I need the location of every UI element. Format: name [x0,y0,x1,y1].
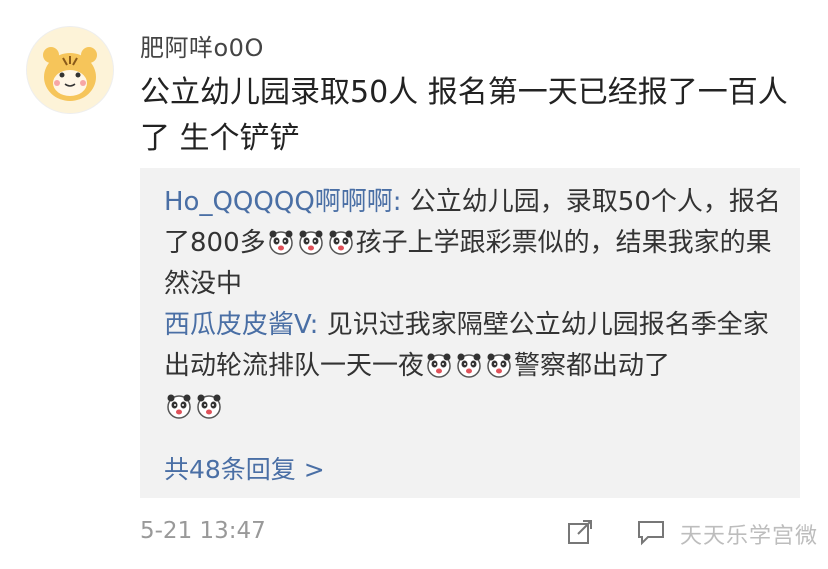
post-text: 公立幼儿园录取50人 报名第一天已经报了一百人 了 生个铲铲 [140,75,788,156]
emoji-group [424,351,514,381]
reply-author[interactable]: Ho_QQQQQ啊啊啊: [164,187,402,217]
panda-emoji-icon [167,394,191,419]
panda-emoji-icon [268,230,293,255]
reply-author[interactable]: 西瓜皮皮酱V: [164,310,318,340]
share-icon [568,520,592,544]
reply-item[interactable]: Ho_QQQQQ啊啊啊: 公立幼儿园，录取50个人，报名了800多 孩子上学跟彩票… [164,182,784,305]
share-button[interactable] [566,518,594,546]
post-username[interactable]: 肥阿咩o0O [140,28,264,63]
reply-item[interactable]: 西瓜皮皮酱V: 见识过我家隔壁公立幼儿园报名季全家出动轮流排队一天一夜 警察都出动… [164,305,784,428]
panda-emoji-icon [427,353,451,378]
comment-button[interactable] [636,518,666,546]
panda-emoji-icon [487,353,511,378]
reply-text-mid: 警察都出动了 [514,351,671,381]
avatar[interactable] [26,26,114,114]
panda-emoji-icon [328,230,353,255]
panda-emoji-icon [298,230,323,255]
replies-panel: Ho_QQQQQ啊啊啊: 公立幼儿园，录取50个人，报名了800多 孩子上学跟彩票… [140,168,800,498]
panda-emoji-icon [457,353,481,378]
tiger-avatar-icon [27,27,113,113]
panda-emoji-icon [197,394,221,419]
more-replies-link[interactable]: 共48条回复 > [164,450,325,486]
comment-icon [638,521,664,546]
emoji-group [266,228,356,258]
post-timestamp: 5-21 13:47 [140,518,266,544]
watermark: 天天乐学宫微 [680,524,819,549]
emoji-group-end [164,392,224,422]
